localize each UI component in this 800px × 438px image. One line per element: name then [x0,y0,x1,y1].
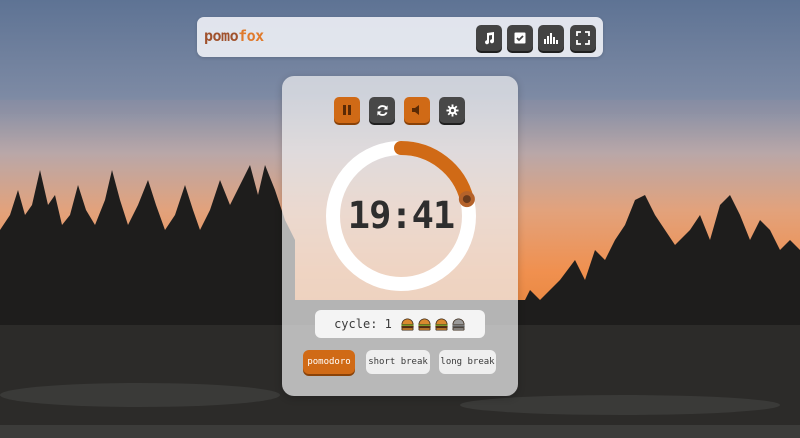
cycle-label-text: cycle: [334,317,378,331]
app-logo: pomofox [204,27,264,45]
refresh-icon [376,104,388,116]
logo-part-fox: fox [238,27,264,45]
pause-icon [343,105,351,115]
burger-icon-pending [452,318,465,331]
cycle-label: cycle: 1 [334,317,392,331]
mode-short-break-button[interactable]: short break [366,350,430,374]
cycle-indicator: cycle: 1 [315,310,485,338]
volume-muted-icon [412,105,419,115]
fullscreen-button[interactable] [570,25,596,51]
timer-display: 19:41 [347,194,455,237]
burger-icon-complete [401,318,414,331]
timer-panel: 19:41 cycle: 1 pomodoro short break long… [282,76,518,396]
mode-long-break-button[interactable]: long break [439,350,496,374]
cycle-count: 1 [384,317,392,331]
stats-button[interactable] [538,25,564,51]
mute-button[interactable] [404,97,430,123]
music-icon [485,32,495,45]
mode-pomodoro-button[interactable]: pomodoro [303,350,355,374]
burger-icon-complete [435,318,448,331]
tasks-button[interactable] [507,25,533,51]
burger-list [400,317,466,332]
logo-part-pomo: pomo [204,27,239,45]
burger-icon-complete [418,318,431,331]
music-button[interactable] [476,25,502,51]
equalizer-icon [544,33,558,44]
settings-button[interactable] [439,97,465,123]
top-bar: pomofox [197,17,603,57]
fullscreen-icon [576,31,590,45]
pause-button[interactable] [334,97,360,123]
checklist-icon [514,32,526,44]
gear-icon [445,103,459,117]
reset-button[interactable] [369,97,395,123]
